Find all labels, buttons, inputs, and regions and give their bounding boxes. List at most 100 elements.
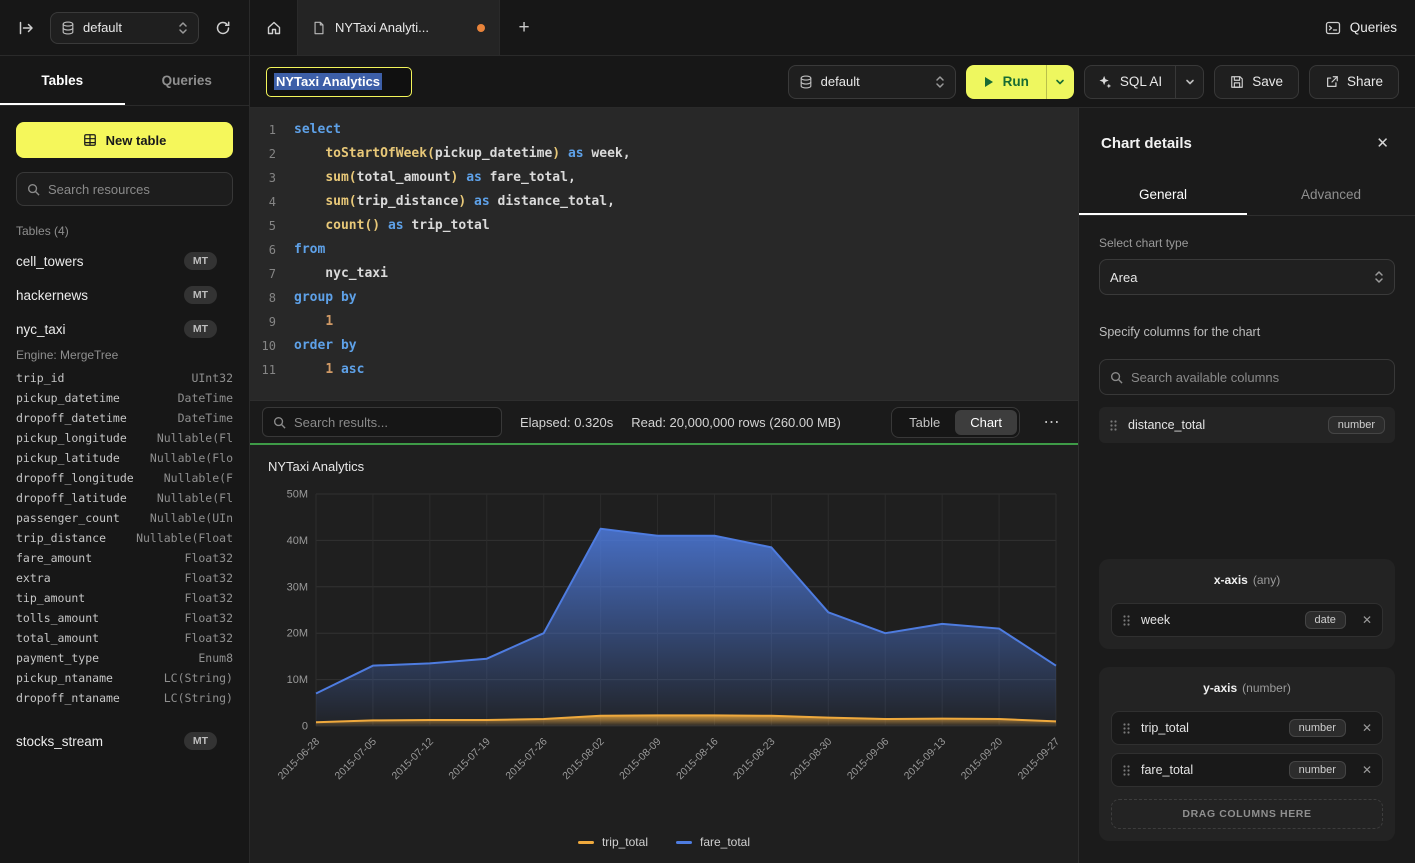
chevron-down-icon <box>1055 77 1065 87</box>
column-type: Float32 <box>185 571 233 585</box>
more-options-button[interactable]: ⋯ <box>1038 412 1066 432</box>
results-search[interactable] <box>262 407 502 437</box>
query-title-input[interactable]: NYTaxi Analytics <box>266 67 412 97</box>
sidebar-tabs: Tables Queries <box>0 56 249 106</box>
column-name: pickup_latitude <box>16 451 120 465</box>
table-row-nyc-taxi[interactable]: nyc_taxi MT <box>0 312 249 346</box>
queries-button[interactable]: Queries <box>1325 20 1397 36</box>
home-tab[interactable] <box>250 0 298 55</box>
view-toggle-chart[interactable]: Chart <box>955 410 1017 435</box>
columns-search[interactable] <box>1099 359 1395 395</box>
column-name: distance_total <box>1128 418 1318 432</box>
run-options-button[interactable] <box>1047 65 1074 99</box>
app-window: default NYTaxi Analyti... + Queries <box>0 0 1415 863</box>
column-name: week <box>1141 613 1295 627</box>
query-database-select[interactable]: default <box>788 65 956 99</box>
svg-text:2015-08-16: 2015-08-16 <box>674 736 721 783</box>
sidebar-search-input[interactable] <box>48 182 222 197</box>
query-tab[interactable]: NYTaxi Analyti... <box>298 0 500 55</box>
table-row-hackernews[interactable]: hackernews MT <box>0 278 249 312</box>
sql-ai-options-button[interactable] <box>1176 66 1203 98</box>
code-line: 3 sum(total_amount) as fare_total, <box>250 166 1078 190</box>
column-name: passenger_count <box>16 511 120 525</box>
svg-text:40M: 40M <box>287 535 308 547</box>
new-table-button[interactable]: New table <box>16 122 233 158</box>
chart-legend: trip_total fare_total <box>266 831 1062 857</box>
view-toggle-table[interactable]: Table <box>894 410 955 435</box>
database-select-value: default <box>83 20 170 35</box>
table-column-row: payment_type Enum8 <box>16 648 233 668</box>
drag-handle-icon[interactable] <box>1109 419 1118 432</box>
topbar: default NYTaxi Analyti... + Queries <box>0 0 1415 56</box>
y-axis-column[interactable]: trip_total number ✕ <box>1111 711 1383 745</box>
sidebar-toggle-button[interactable] <box>12 14 40 42</box>
remove-icon[interactable]: ✕ <box>1362 721 1372 735</box>
sql-ai-button[interactable]: SQL AI <box>1085 66 1175 98</box>
column-name: pickup_ntaname <box>16 671 113 685</box>
chart-area: NYTaxi Analytics 010M20M30M40M50M2015-06… <box>250 445 1078 863</box>
sql-editor-lines: 1select2 toStartOfWeek(pickup_datetime) … <box>250 118 1078 382</box>
query-header: NYTaxi Analytics default Run <box>250 56 1415 108</box>
read-stat: Read: 20,000,000 rows (260.00 MB) <box>631 415 841 430</box>
close-icon[interactable]: ✕ <box>1372 132 1393 154</box>
database-icon <box>61 21 75 35</box>
code-line: 7 nyc_taxi <box>250 262 1078 286</box>
column-type: Nullable(F <box>164 471 233 485</box>
available-column[interactable]: distance_total number <box>1099 407 1395 443</box>
sidebar-tab-tables[interactable]: Tables <box>0 56 125 105</box>
svg-text:2015-07-05: 2015-07-05 <box>333 736 380 783</box>
table-column-row: pickup_latitude Nullable(Flo <box>16 448 233 468</box>
svg-text:2015-08-09: 2015-08-09 <box>617 736 664 783</box>
query-title-text: NYTaxi Analytics <box>274 73 382 90</box>
column-type: Nullable(Fl <box>157 491 233 505</box>
new-table-label: New table <box>106 133 167 148</box>
view-toggle: Table Chart <box>891 407 1020 438</box>
sidebar-tab-queries[interactable]: Queries <box>125 56 250 105</box>
column-name: dropoff_datetime <box>16 411 127 425</box>
drag-handle-icon[interactable] <box>1122 614 1131 627</box>
results-search-input[interactable] <box>294 415 491 430</box>
column-type-badge: number <box>1289 719 1346 737</box>
database-select[interactable]: default <box>50 12 199 44</box>
x-axis-label: x-axis <box>1214 573 1248 587</box>
new-tab-button[interactable]: + <box>500 0 548 55</box>
share-button[interactable]: Share <box>1309 65 1399 99</box>
x-axis-column[interactable]: week date ✕ <box>1111 603 1383 637</box>
column-type: Nullable(Flo <box>150 451 233 465</box>
column-type: Float32 <box>185 611 233 625</box>
table-column-row: extra Float32 <box>16 568 233 588</box>
remove-icon[interactable]: ✕ <box>1362 613 1372 627</box>
sql-ai-button-label: SQL AI <box>1120 74 1162 89</box>
remove-icon[interactable]: ✕ <box>1362 763 1372 777</box>
save-button[interactable]: Save <box>1214 65 1299 99</box>
legend-item[interactable]: trip_total <box>578 835 648 849</box>
legend-item[interactable]: fare_total <box>676 835 750 849</box>
sql-editor[interactable]: 1select2 toStartOfWeek(pickup_datetime) … <box>250 108 1078 400</box>
tab-general[interactable]: General <box>1079 174 1247 215</box>
y-axis-column[interactable]: fare_total number ✕ <box>1111 753 1383 787</box>
column-name: extra <box>16 571 51 585</box>
tab-advanced[interactable]: Advanced <box>1247 174 1415 215</box>
table-row-cell-towers[interactable]: cell_towers MT <box>0 244 249 278</box>
table-row-stocks-stream[interactable]: stocks_stream MT <box>0 724 249 758</box>
column-name: dropoff_latitude <box>16 491 127 505</box>
columns-search-input[interactable] <box>1131 370 1384 385</box>
run-button[interactable]: Run <box>966 65 1046 99</box>
svg-text:20M: 20M <box>287 628 308 640</box>
code-line: 4 sum(trip_distance) as distance_total, <box>250 190 1078 214</box>
sidebar-search[interactable] <box>16 172 233 206</box>
topbar-right: Queries <box>1307 0 1415 55</box>
drag-handle-icon[interactable] <box>1122 722 1131 735</box>
svg-text:2015-08-23: 2015-08-23 <box>731 736 778 783</box>
table-column-row: tip_amount Float32 <box>16 588 233 608</box>
chart-type-select[interactable]: Area <box>1099 259 1395 295</box>
drop-zone[interactable]: DRAG COLUMNS HERE <box>1111 799 1383 829</box>
drag-handle-icon[interactable] <box>1122 764 1131 777</box>
refresh-button[interactable] <box>209 14 237 42</box>
x-axis-hint: (any) <box>1253 573 1280 587</box>
table-name: hackernews <box>16 288 184 303</box>
table-name: cell_towers <box>16 254 184 269</box>
share-button-label: Share <box>1347 74 1383 89</box>
table-column-row: dropoff_latitude Nullable(Fl <box>16 488 233 508</box>
table-column-row: fare_amount Float32 <box>16 548 233 568</box>
